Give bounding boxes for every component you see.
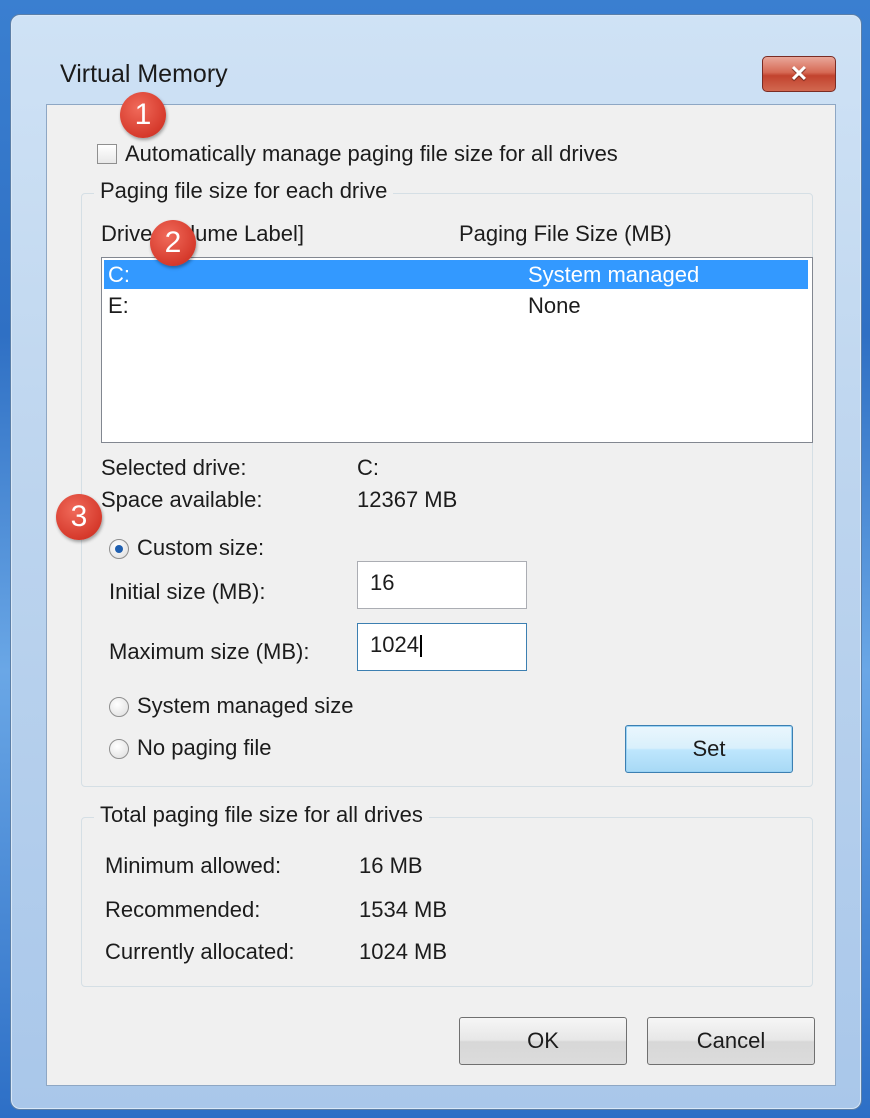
custom-size-radio[interactable]: [109, 539, 129, 559]
col-header-drive: Drive [Volume Label]: [101, 221, 304, 246]
size-cell: System managed: [528, 262, 700, 287]
drive-list[interactable]: C: System managed E: None: [101, 257, 813, 443]
system-managed-label[interactable]: System managed size: [137, 693, 353, 719]
cancel-button[interactable]: Cancel: [647, 1017, 815, 1065]
initial-size-value: 16: [370, 570, 395, 595]
maximum-size-label: Maximum size (MB):: [109, 639, 310, 664]
no-paging-radio[interactable]: [109, 739, 129, 759]
initial-size-label: Initial size (MB):: [109, 579, 266, 604]
currently-allocated-value: 1024 MB: [359, 939, 448, 964]
recommended-value: 1534 MB: [359, 897, 448, 922]
space-available-value: 12367 MB: [357, 487, 458, 512]
step-badge-2: 2: [150, 220, 196, 266]
total-group-label: Total paging file size for all drives: [94, 802, 429, 828]
step-badge-1: 1: [120, 92, 166, 138]
recommended-label: Recommended:: [105, 897, 261, 922]
minimum-allowed-label: Minimum allowed:: [105, 853, 282, 878]
list-item[interactable]: C: System managed: [104, 260, 808, 289]
paging-group-label: Paging file size for each drive: [94, 178, 394, 204]
dialog-title: Virtual Memory: [60, 60, 228, 88]
space-available-label: Space available:: [101, 487, 263, 512]
set-button[interactable]: Set: [625, 725, 793, 773]
maximum-size-input[interactable]: 1024: [357, 623, 527, 671]
system-managed-radio[interactable]: [109, 697, 129, 717]
custom-size-label[interactable]: Custom size:: [137, 535, 264, 561]
selected-drive-label: Selected drive:: [101, 455, 247, 480]
currently-allocated-label: Currently allocated:: [105, 939, 295, 964]
maximum-size-value: 1024: [370, 632, 419, 657]
close-button[interactable]: ✕: [762, 56, 836, 92]
auto-manage-row[interactable]: Automatically manage paging file size fo…: [97, 141, 618, 167]
step-badge-3: 3: [56, 494, 102, 540]
size-cell: None: [528, 293, 581, 318]
drive-cell: C:: [108, 262, 130, 287]
ok-button[interactable]: OK: [459, 1017, 627, 1065]
minimum-allowed-value: 16 MB: [359, 853, 423, 878]
list-item[interactable]: E: None: [104, 291, 808, 320]
auto-manage-checkbox[interactable]: [97, 144, 117, 164]
text-caret: [419, 635, 422, 658]
close-icon: ✕: [789, 61, 809, 86]
drive-cell: E:: [108, 293, 129, 318]
initial-size-input[interactable]: 16: [357, 561, 527, 609]
selected-drive-value: C:: [357, 455, 379, 480]
no-paging-label[interactable]: No paging file: [137, 735, 272, 761]
auto-manage-label: Automatically manage paging file size fo…: [125, 141, 618, 166]
col-header-size: Paging File Size (MB): [459, 221, 672, 246]
